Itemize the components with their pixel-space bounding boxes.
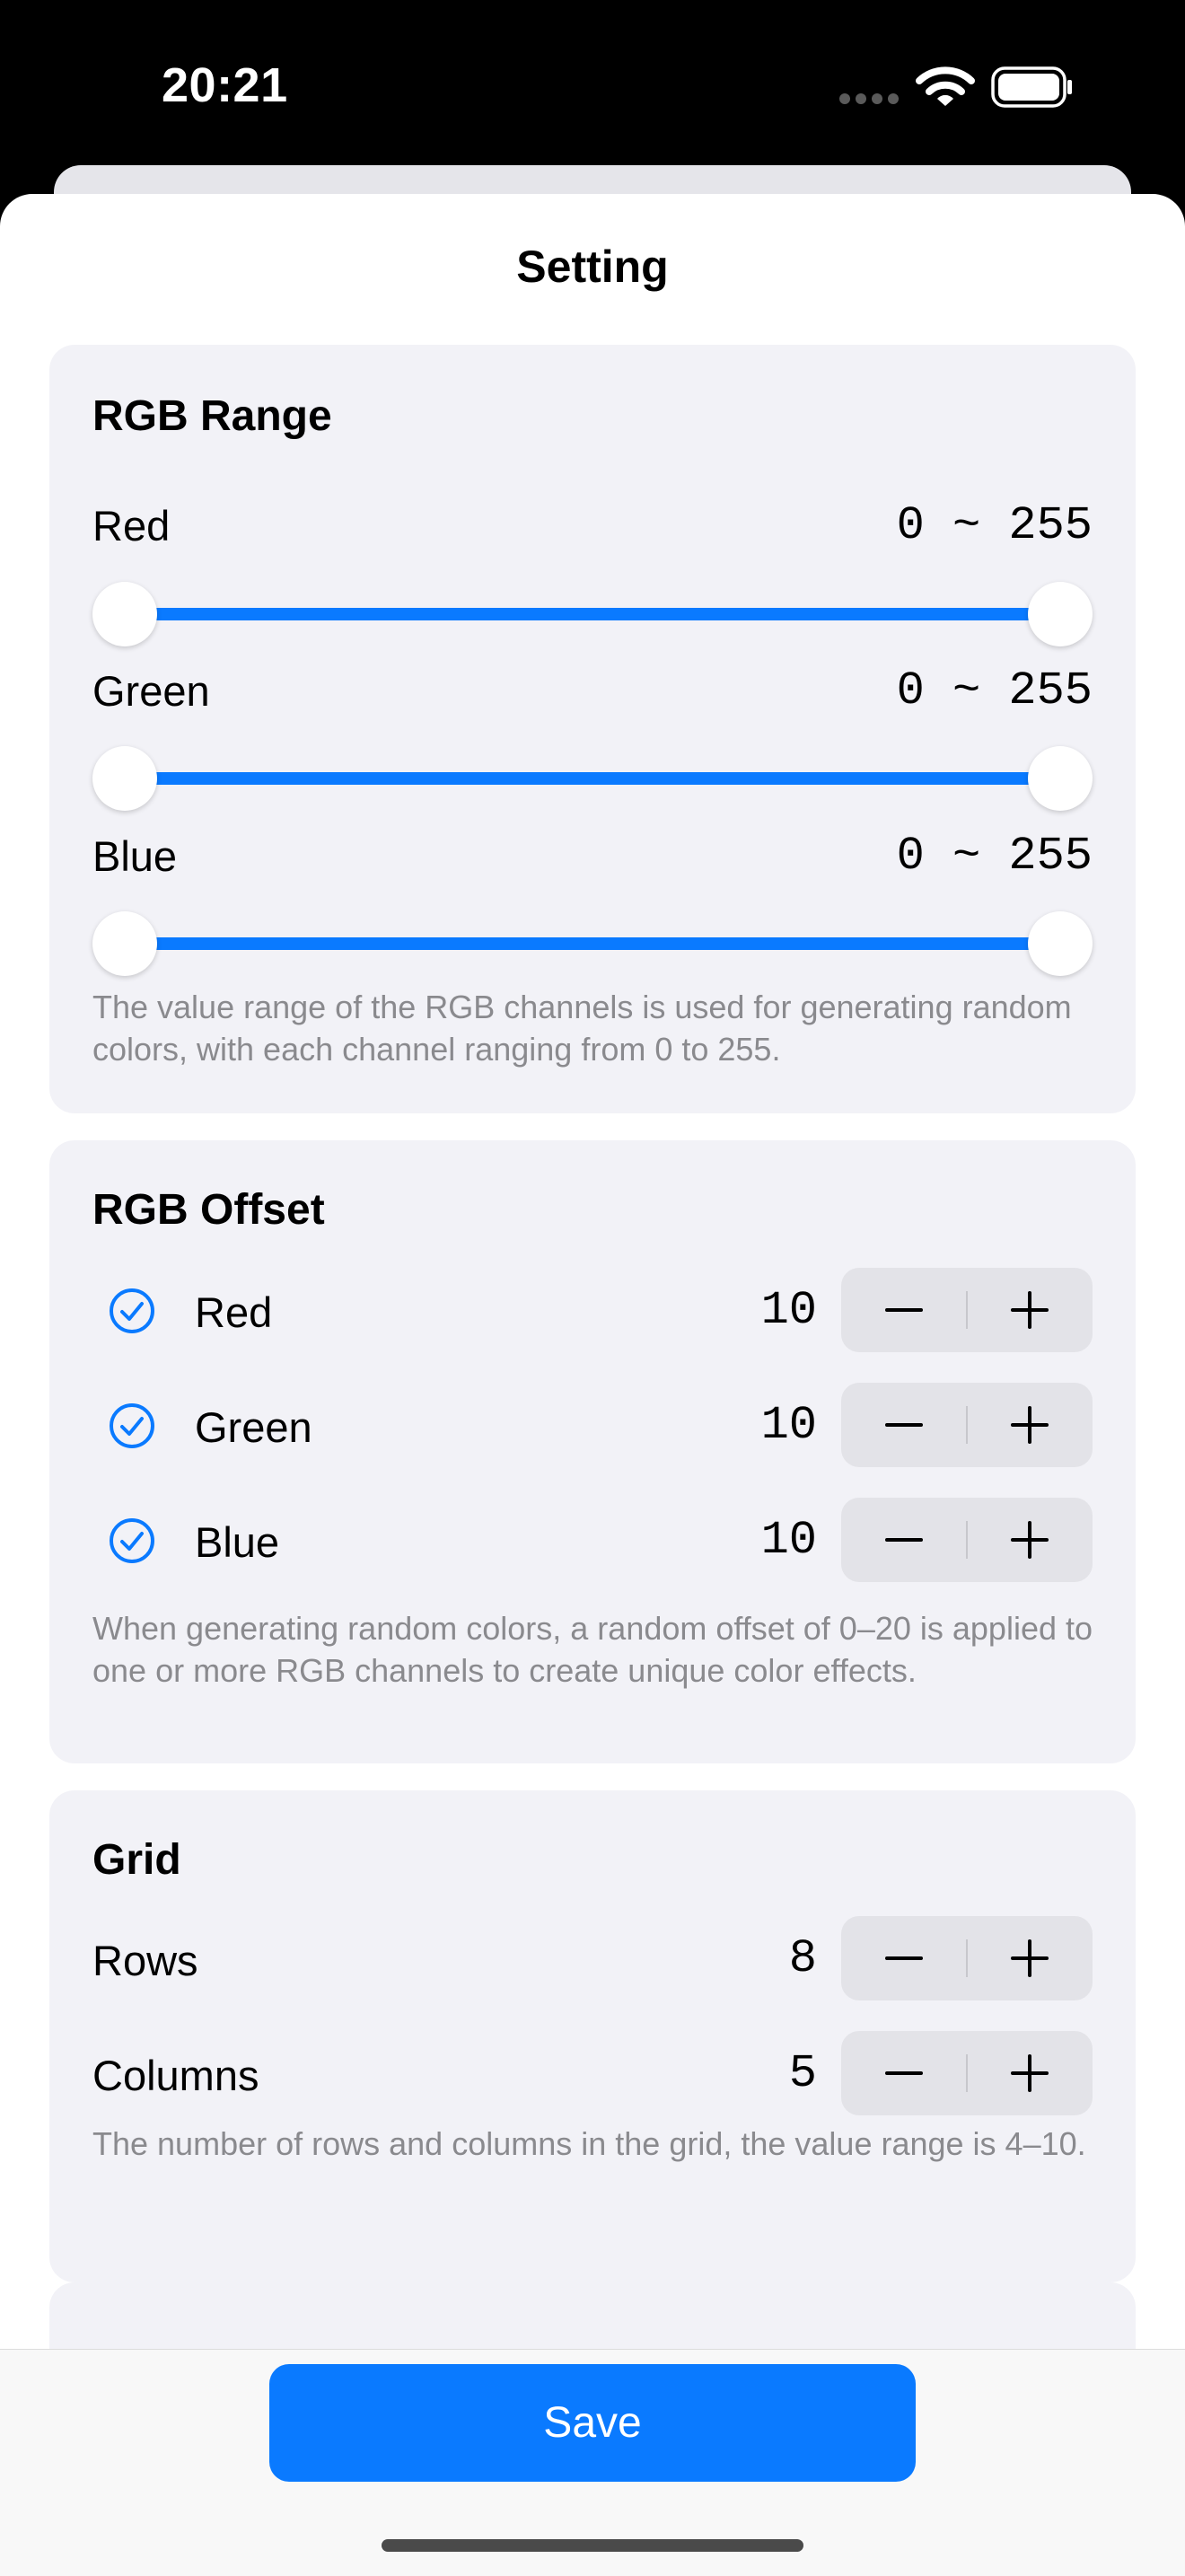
wifi-icon	[916, 65, 975, 114]
rgb-offset-card: RGB Offset Red 10 Green 10 Blue 10 When …	[49, 1140, 1136, 1763]
slider-track	[119, 608, 1066, 620]
battery-icon	[991, 66, 1074, 108]
slider-max-thumb[interactable]	[1028, 911, 1093, 976]
status-time: 20:21	[162, 58, 288, 112]
rgb-range-footnote: The value range of the RGB channels is u…	[92, 989, 1072, 1068]
range-blue-slider[interactable]	[92, 911, 1093, 976]
minus-icon[interactable]	[841, 1498, 967, 1582]
slider-max-thumb[interactable]	[1028, 582, 1093, 646]
rows-stepper	[841, 1916, 1093, 2000]
slider-min-thumb[interactable]	[92, 746, 157, 811]
rgb-range-title: RGB Range	[92, 392, 332, 440]
offset-blue-stepper	[841, 1498, 1093, 1582]
plus-icon[interactable]	[967, 1916, 1093, 2000]
rgb-offset-title: RGB Offset	[92, 1186, 325, 1234]
plus-icon[interactable]	[967, 1268, 1093, 1352]
range-green-label: Green	[92, 667, 210, 715]
home-indicator	[382, 2539, 803, 2552]
offset-blue-value: 10	[760, 1514, 817, 1567]
range-red-slider[interactable]	[92, 582, 1093, 646]
rgb-range-card: RGB Range Red 0 ~ 255 Green 0 ~ 255 Blue…	[49, 345, 1136, 1113]
range-blue-value: 0 ~ 255	[896, 830, 1093, 883]
save-button[interactable]: Save	[269, 2364, 916, 2482]
settings-sheet: Setting RGB Range Red 0 ~ 255 Green 0 ~ …	[0, 194, 1185, 2575]
columns-value: 5	[788, 2047, 817, 2100]
range-green-value: 0 ~ 255	[896, 664, 1093, 717]
slider-track	[119, 772, 1066, 785]
plus-icon[interactable]	[967, 2031, 1093, 2115]
checkmark-circle-icon[interactable]	[109, 1288, 155, 1334]
minus-icon[interactable]	[841, 1916, 967, 2000]
minus-icon[interactable]	[841, 1383, 967, 1467]
range-red-value: 0 ~ 255	[896, 499, 1093, 552]
grid-title: Grid	[92, 1836, 181, 1884]
offset-blue-label: Blue	[195, 1518, 280, 1566]
range-blue-label: Blue	[92, 832, 178, 880]
checkmark-circle-icon[interactable]	[109, 1402, 155, 1449]
slider-min-thumb[interactable]	[92, 911, 157, 976]
range-red-label: Red	[92, 502, 171, 549]
offset-green-value: 10	[760, 1399, 817, 1452]
grid-card: Grid Rows 8 Columns 5 The number of rows…	[49, 1790, 1136, 2282]
offset-green-stepper	[841, 1383, 1093, 1467]
status-bar: 20:21	[0, 0, 1185, 180]
columns-label: Columns	[92, 2052, 259, 2099]
minus-icon[interactable]	[841, 1268, 967, 1352]
rgb-offset-footnote: When generating random colors, a random …	[92, 1610, 1093, 1689]
slider-track	[119, 937, 1066, 950]
checkmark-circle-icon[interactable]	[109, 1517, 155, 1564]
offset-red-stepper	[841, 1268, 1093, 1352]
columns-stepper	[841, 2031, 1093, 2115]
minus-icon[interactable]	[841, 2031, 967, 2115]
offset-red-label: Red	[195, 1288, 273, 1336]
range-green-slider[interactable]	[92, 746, 1093, 811]
slider-min-thumb[interactable]	[92, 582, 157, 646]
rows-value: 8	[788, 1932, 817, 1985]
rows-label: Rows	[92, 1937, 198, 1984]
slider-max-thumb[interactable]	[1028, 746, 1093, 811]
cellular-signal-icon	[839, 92, 904, 109]
plus-icon[interactable]	[967, 1383, 1093, 1467]
sheet-title: Setting	[516, 242, 669, 292]
grid-footnote: The number of rows and columns in the gr…	[92, 2125, 1086, 2162]
offset-green-label: Green	[195, 1403, 312, 1451]
offset-red-value: 10	[760, 1284, 817, 1337]
plus-icon[interactable]	[967, 1498, 1093, 1582]
